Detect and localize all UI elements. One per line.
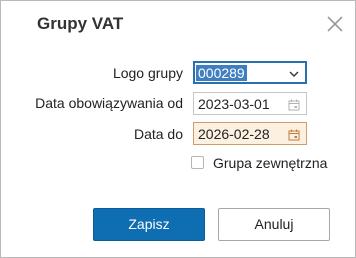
calendar-icon[interactable] xyxy=(288,98,300,111)
valid-from-value: 2023-03-01 xyxy=(198,96,270,112)
logo-group-select[interactable]: 000289 xyxy=(193,61,307,84)
vat-groups-dialog: Grupy VAT Logo grupy 000289 Data obowiąz… xyxy=(0,0,356,258)
external-group-checkbox[interactable] xyxy=(191,156,204,169)
close-icon[interactable] xyxy=(326,15,344,33)
logo-group-label: Logo grupy xyxy=(112,65,183,81)
date-to-value: 2026-02-28 xyxy=(198,126,270,142)
calendar-icon[interactable] xyxy=(288,128,300,141)
cancel-button[interactable]: Anuluj xyxy=(218,208,330,241)
external-group-label: Grupa zewnętrzna xyxy=(213,155,328,171)
save-button[interactable]: Zapisz xyxy=(93,208,205,241)
valid-from-label: Data obowiązywania od xyxy=(35,95,183,111)
date-to-label: Data do xyxy=(133,126,183,142)
valid-from-date-field[interactable]: 2023-03-01 xyxy=(193,92,307,115)
date-to-date-field[interactable]: 2026-02-28 xyxy=(193,122,307,145)
logo-group-value: 000289 xyxy=(196,65,247,81)
dialog-title: Grupy VAT xyxy=(37,14,124,33)
chevron-down-icon xyxy=(288,67,300,79)
